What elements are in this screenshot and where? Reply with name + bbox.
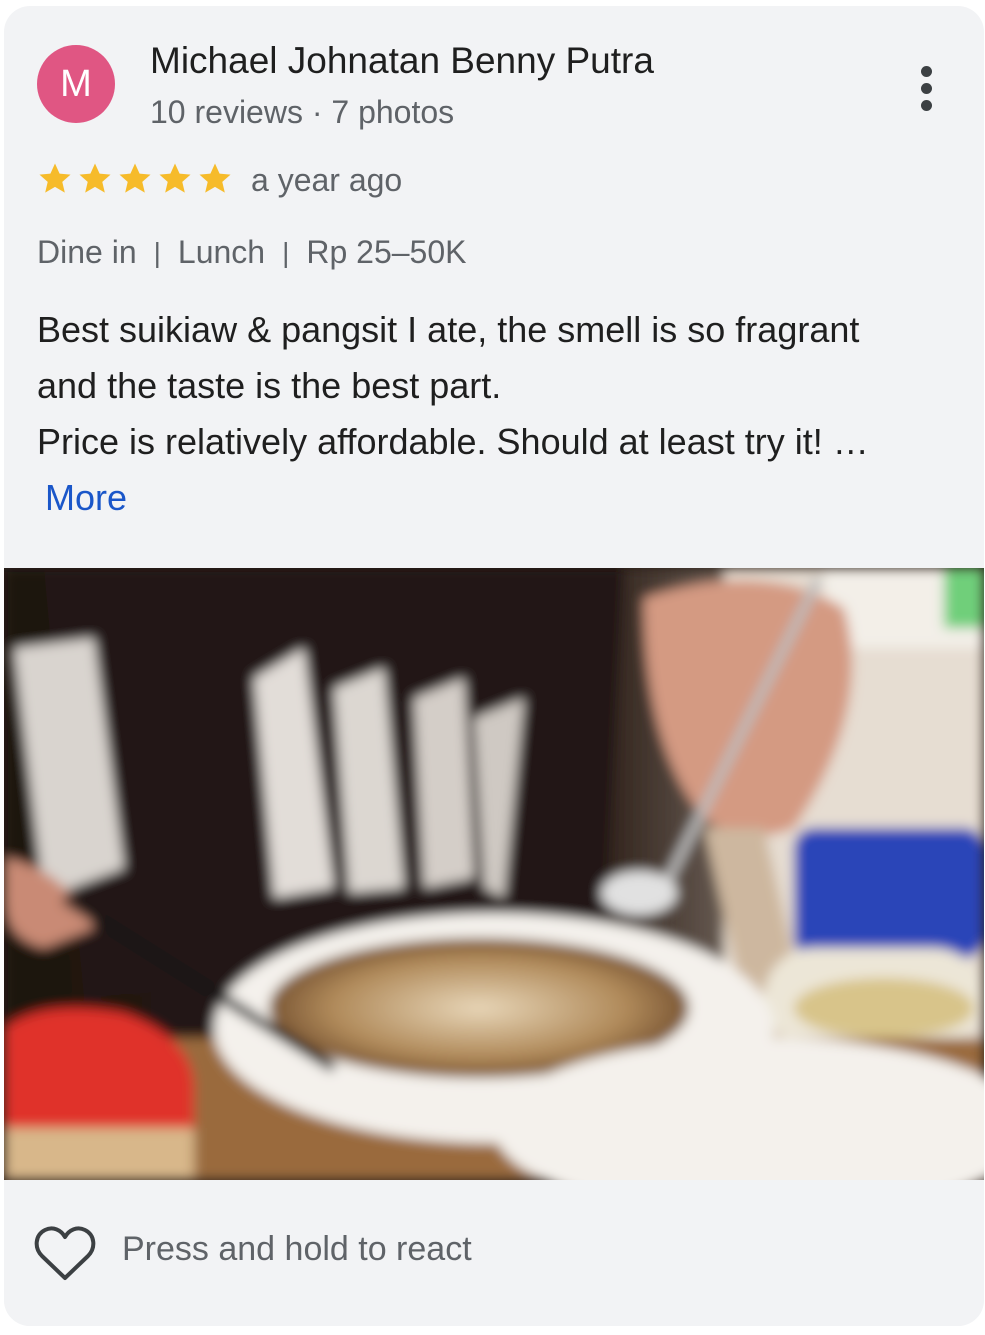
reaction-bar[interactable]: Press and hold to react <box>4 1180 984 1326</box>
review-text-line: Best suikiaw & pangsit I ate, the smell … <box>37 309 860 350</box>
attribute-separator: | <box>153 236 161 268</box>
star-icon <box>79 163 111 193</box>
more-vert-icon-dot <box>920 99 932 111</box>
review-photo-image <box>4 568 984 1180</box>
review-attributes: Dine in | Lunch | Rp 25–50K <box>37 234 466 271</box>
review-text-line: Price is relatively affordable. Should a… <box>37 421 869 462</box>
star-icon <box>39 163 71 193</box>
review-text-line: and the taste is the best part. <box>37 365 502 406</box>
reviewer-name[interactable]: Michael Johnatan Benny Putra <box>150 40 654 82</box>
more-options-button[interactable] <box>902 56 950 120</box>
review-photo[interactable] <box>4 568 984 1180</box>
more-vert-icon-dot <box>920 65 932 77</box>
attribute-service: Dine in <box>37 234 137 270</box>
reviewer-stats: 10 reviews · 7 photos <box>150 94 455 130</box>
star-icon <box>159 163 191 193</box>
heart-icon[interactable] <box>34 1226 96 1282</box>
star-icon <box>199 163 231 193</box>
more-vert-icon-dot <box>920 82 932 94</box>
avatar-initial: M <box>60 62 92 105</box>
attribute-meal: Lunch <box>177 234 266 270</box>
react-label: Press and hold to react <box>122 1230 472 1268</box>
star-icon <box>119 163 151 193</box>
attribute-separator: | <box>282 236 290 268</box>
review-card: M Michael Johnatan Benny Putra 10 review… <box>4 6 984 1326</box>
review-text: Best suikiaw & pangsit I ate, the smell … <box>37 302 952 526</box>
more-link[interactable]: More <box>45 470 127 526</box>
star-rating <box>36 160 234 198</box>
attribute-price: Rp 25–50K <box>306 234 467 270</box>
review-time: a year ago <box>251 162 403 198</box>
avatar[interactable]: M <box>37 45 115 123</box>
